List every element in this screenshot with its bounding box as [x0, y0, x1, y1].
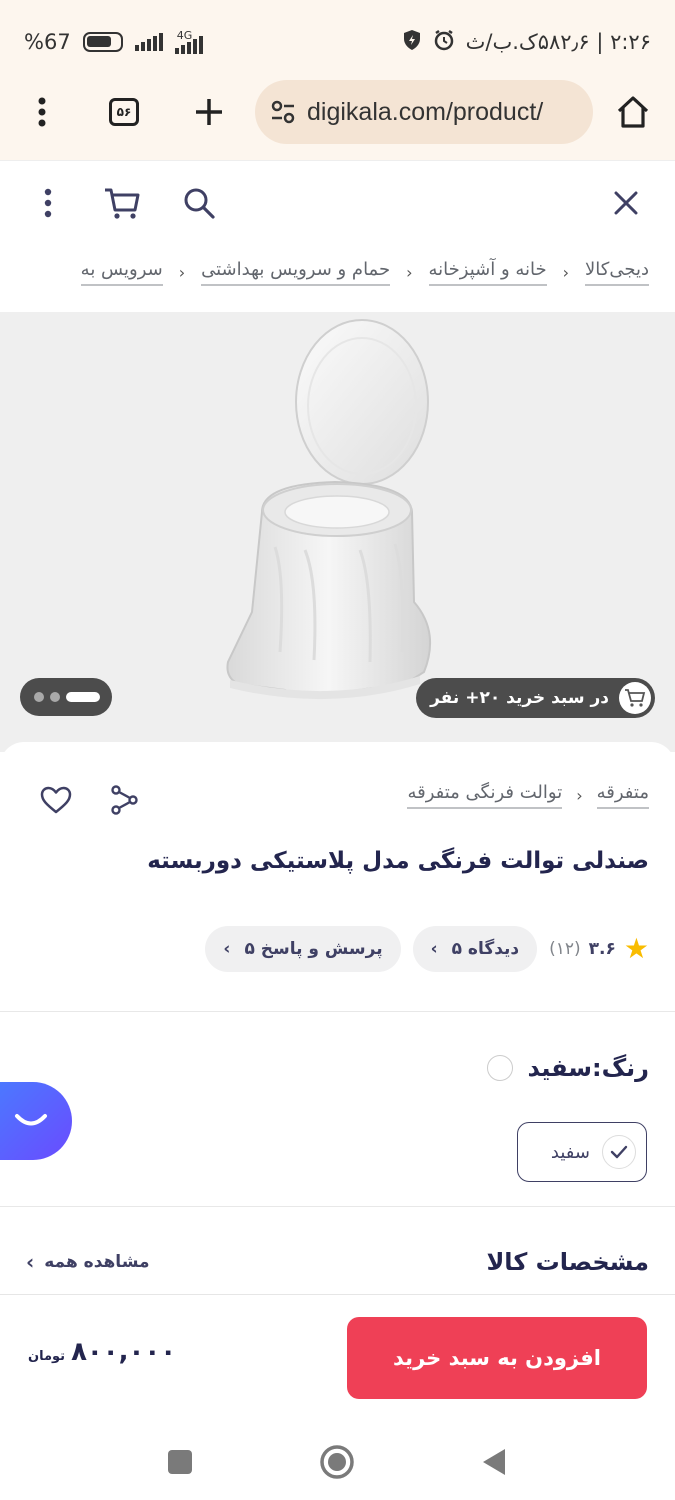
- cart-button[interactable]: [100, 181, 144, 225]
- category-link[interactable]: توالت فرنگی متفرقه: [407, 782, 563, 809]
- cart-count-badge: در سبد خرید ۲۰+ نفر: [416, 678, 655, 718]
- buy-bar: افزودن به سبد خرید ۸۰۰,۰۰۰ تومان: [0, 1294, 675, 1420]
- signal-4g: 4G: [174, 28, 203, 54]
- system-nav-bar: [0, 1420, 675, 1500]
- status-time: ۲:۲۶ | ۵۸۲٫۶ک.ب/ث: [465, 30, 651, 54]
- url-bar[interactable]: digikala.com/product/: [255, 80, 593, 144]
- product-info: متفرقه › توالت فرنگی متفرقه صندلی توالت …: [0, 742, 675, 1302]
- browser-toolbar: ۵۶ digikala.com/product/: [0, 76, 675, 148]
- chevron-left-icon: ‹: [430, 939, 438, 959]
- back-triangle-icon: [483, 1449, 505, 1475]
- product-meta: ★ ۳.۶ (۱۲) ۵ دیدگاه ‹ ۵ پرسش و پاسخ ‹: [205, 926, 649, 972]
- share-button[interactable]: [104, 780, 144, 820]
- price-currency: تومان: [28, 1349, 66, 1364]
- product-gallery[interactable]: در سبد خرید ۲۰+ نفر: [0, 312, 675, 752]
- kebab-menu-icon: [44, 188, 52, 218]
- tab-switcher-button[interactable]: ۵۶: [102, 90, 146, 134]
- heart-icon: [40, 786, 72, 814]
- price-value: ۸۰۰,۰۰۰: [71, 1337, 177, 1367]
- smile-icon: [15, 1114, 47, 1126]
- chevron-right-icon: ›: [576, 786, 583, 805]
- wishlist-button[interactable]: [36, 780, 76, 820]
- color-heading-text: رنگ:سفید: [527, 1054, 649, 1082]
- browser-menu-button[interactable]: [20, 90, 64, 134]
- qa-chip-label: ۵ پرسش و پاسخ: [244, 939, 383, 959]
- check-icon: [602, 1135, 636, 1169]
- network-type: 4G: [176, 28, 193, 42]
- reviews-chip-label: ۵ دیدگاه: [451, 939, 520, 959]
- site-header: [0, 160, 675, 244]
- breadcrumb-item[interactable]: خانه و آشپزخانه: [428, 259, 547, 286]
- color-heading: رنگ:سفید: [487, 1054, 649, 1082]
- cart-badge-icon: [619, 682, 651, 714]
- specs-title: مشخصات کالا: [486, 1248, 649, 1276]
- cart-icon: [105, 188, 140, 219]
- tab-count: ۵۶: [109, 98, 139, 126]
- status-bar: %67 4G ۲:۲۶ | ۵۸۲٫۶ک.ب/ث: [24, 22, 651, 62]
- color-option-label: سفید: [550, 1141, 590, 1163]
- color-label: رنگ:: [592, 1054, 649, 1082]
- signal-icon: [134, 33, 163, 51]
- rating-value: ۳.۶: [588, 939, 616, 959]
- category-link[interactable]: متفرقه: [596, 782, 649, 809]
- close-button[interactable]: [604, 181, 648, 225]
- breadcrumb-item[interactable]: حمام و سرویس بهداشتی: [201, 259, 391, 286]
- price: ۸۰۰,۰۰۰ تومان: [28, 1337, 176, 1367]
- browser-chrome: %67 4G ۲:۲۶ | ۵۸۲٫۶ک.ب/ث ۵۶ digikala.com…: [0, 0, 675, 160]
- home-button[interactable]: [611, 90, 655, 134]
- divider: [0, 1011, 675, 1012]
- search-icon: [184, 188, 215, 219]
- divider: [0, 1206, 675, 1207]
- see-all-label: مشاهده همه: [44, 1252, 150, 1272]
- home-circle-icon: [320, 1445, 354, 1479]
- gallery-pagination[interactable]: [20, 678, 112, 716]
- color-option-white[interactable]: سفید: [517, 1122, 647, 1182]
- status-left: %67 4G: [24, 28, 203, 54]
- plus-icon: [196, 99, 222, 125]
- battery-percent: %67: [24, 30, 71, 54]
- star-icon: ★: [623, 932, 649, 965]
- alarm-icon: [432, 28, 456, 57]
- chevron-right-icon: ›: [562, 262, 570, 282]
- status-right: ۲:۲۶ | ۵۸۲٫۶ک.ب/ث: [402, 28, 651, 57]
- breadcrumb-item[interactable]: دیجی‌کالا: [585, 259, 649, 286]
- color-swatch: [487, 1055, 514, 1081]
- url-text: digikala.com/product/: [307, 97, 544, 126]
- color-selected: سفید: [527, 1054, 592, 1082]
- add-to-cart-button[interactable]: افزودن به سبد خرید: [347, 1317, 647, 1399]
- pagination-dot[interactable]: [50, 692, 60, 702]
- site-settings-icon[interactable]: [269, 98, 297, 126]
- breadcrumb: دیجی‌کالا › خانه و آشپزخانه › حمام و سرو…: [80, 252, 649, 292]
- close-icon: [614, 191, 638, 215]
- chevron-right-icon: ›: [406, 262, 413, 282]
- cart-badge-text: در سبد خرید ۲۰+ نفر: [430, 688, 609, 708]
- recents-button[interactable]: [160, 1442, 200, 1482]
- back-button[interactable]: [474, 1442, 514, 1482]
- breadcrumb-item[interactable]: سرویس به: [80, 259, 163, 286]
- new-tab-button[interactable]: [187, 90, 231, 134]
- chevron-right-icon: ›: [178, 262, 186, 282]
- home-icon: [617, 96, 649, 128]
- kebab-menu-icon: [38, 97, 46, 127]
- product-rating: ★ ۳.۶ (۱۲): [549, 935, 649, 963]
- shield-icon: [402, 29, 422, 56]
- search-button[interactable]: [177, 181, 221, 225]
- see-all-specs-link[interactable]: مشاهده همه ‹: [26, 1250, 150, 1274]
- battery-icon: [82, 32, 123, 52]
- rating-count: (۱۲): [549, 939, 581, 959]
- recents-icon: [168, 1450, 192, 1474]
- home-nav-button[interactable]: [317, 1442, 357, 1482]
- category-links: متفرقه › توالت فرنگی متفرقه: [407, 782, 649, 809]
- pagination-dot-active[interactable]: [66, 692, 100, 702]
- chevron-left-icon: ‹: [223, 939, 231, 959]
- more-options-button[interactable]: [26, 181, 70, 225]
- share-icon: [111, 785, 138, 815]
- specs-header: مشخصات کالا مشاهده همه ‹: [26, 1248, 649, 1276]
- qa-chip[interactable]: ۵ پرسش و پاسخ ‹: [205, 926, 401, 972]
- pagination-dot[interactable]: [34, 692, 44, 702]
- product-title: صندلی توالت فرنگی مدل پلاستیکی دوربسته: [147, 848, 649, 874]
- reviews-chip[interactable]: ۵ دیدگاه ‹: [412, 926, 538, 972]
- chevron-left-icon: ‹: [26, 1250, 35, 1274]
